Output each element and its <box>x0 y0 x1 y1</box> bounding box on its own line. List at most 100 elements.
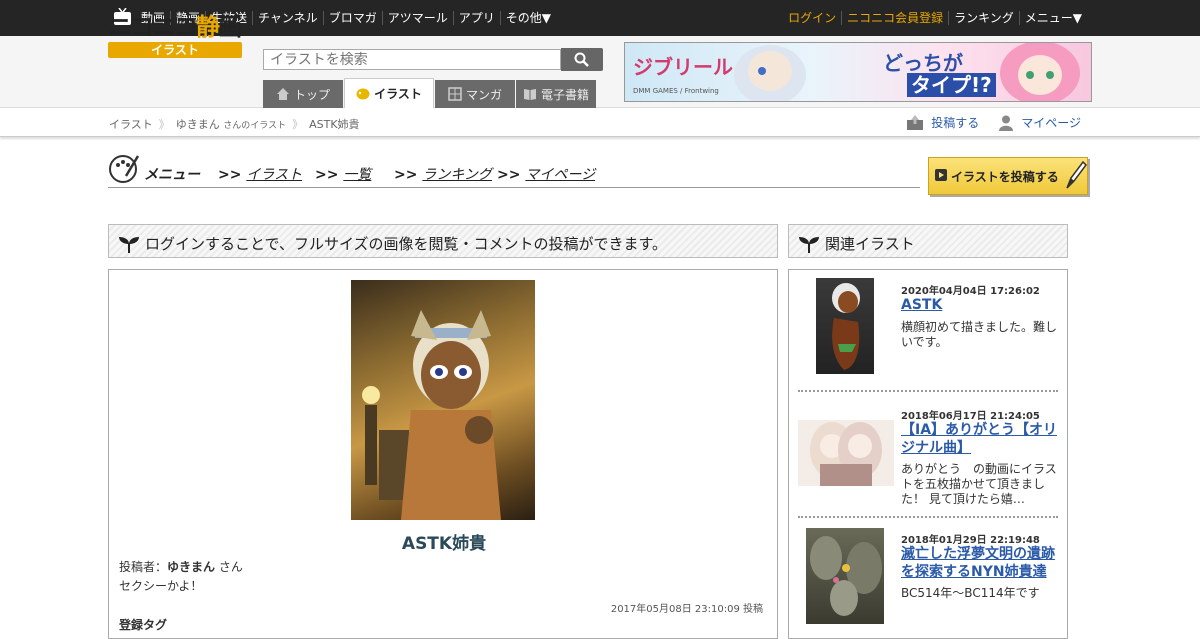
ad-banner[interactable]: ジブリール DMM GAMES / Frontwing どっちが タイプ!? <box>624 42 1092 102</box>
menu-link-illust[interactable]: >> イラスト <box>218 164 302 184</box>
post-illust-button[interactable]: イラストを投稿する <box>928 157 1088 195</box>
home-icon <box>276 88 289 100</box>
tab-ebook[interactable]: 電子書籍 <box>516 80 596 108</box>
seiga-logo[interactable]: ニコニコ静画 イラスト <box>108 12 242 60</box>
breadcrumb-root[interactable]: イラスト <box>109 116 153 132</box>
post-link[interactable]: 投稿する <box>907 114 979 131</box>
sprout-icon <box>799 237 819 253</box>
menu-link-prefix: >> <box>394 167 418 183</box>
menu-link-prefix: >> <box>497 167 521 183</box>
breadcrumb-bar: イラスト 》 ゆきまん さんのイラスト 》 ASTK姉貴 投稿する マイページ <box>0 109 1200 137</box>
tab-illust[interactable]: イラスト <box>344 78 434 108</box>
thumbnail-art <box>810 536 882 616</box>
poster-label: 投稿者： <box>119 560 168 574</box>
breadcrumb-actions: 投稿する マイページ <box>907 114 1081 131</box>
mypage-link-label: マイページ <box>1021 116 1081 130</box>
related-title[interactable]: 滅亡した浮夢文明の遺跡を探索するNYN姉貴達 <box>901 545 1061 581</box>
breadcrumb-separator: 》 <box>158 118 170 131</box>
nav-atsumaru[interactable]: アツマール <box>381 11 453 25</box>
related-description: 横顔初めて描きました。難しいです。 <box>901 320 1058 349</box>
related-illust-panel: 2020年04月04日 17:26:02 ASTK 横顔初めて描きました。難しい… <box>788 269 1068 639</box>
menu-link-prefix: >> <box>218 167 242 183</box>
register-link[interactable]: ニコニコ会員登録 <box>841 11 948 25</box>
divider <box>798 516 1058 518</box>
breadcrumb-current: ASTK姉貴 <box>309 118 360 131</box>
related-thumbnail[interactable] <box>806 528 884 624</box>
menu-title: メニュー <box>144 167 200 183</box>
list-item[interactable]: 2020年04月04日 17:26:02 ASTK 横顔初めて描きました。難しい… <box>798 278 1058 378</box>
sprout-icon <box>119 237 139 253</box>
thumbnail-art <box>810 422 882 486</box>
logo-main-text: ニコニコ <box>108 13 198 41</box>
related-illust-heading: 関連イラスト <box>825 235 915 253</box>
related-thumbnail[interactable] <box>798 420 894 486</box>
illust-detail-panel: ASTK姉貴 投稿者：ゆきまん さん セクシーかよ！ 2017年05月08日 2… <box>108 269 778 639</box>
breadcrumb-separator: 》 <box>292 118 304 131</box>
tags-label: 登録タグ <box>119 618 168 632</box>
tab-top[interactable]: トップ <box>263 80 343 108</box>
menu-link-label: マイページ <box>525 167 596 183</box>
illust-description: セクシーかよ！ <box>119 579 203 593</box>
tab-illust-label: イラスト <box>374 87 422 101</box>
tab-manga-label: マンガ <box>465 87 502 102</box>
logo-end-text: 画 <box>218 13 242 41</box>
post-illust-button-label: イラストを投稿する <box>951 170 1059 184</box>
logo-subtitle: イラスト <box>108 42 242 58</box>
menu-link-ranking[interactable]: >> ランキング <box>394 164 492 184</box>
nav-channel[interactable]: チャンネル <box>252 11 323 25</box>
poster-suffix: さん <box>218 560 243 574</box>
search-button[interactable] <box>561 48 603 71</box>
book-icon <box>523 89 536 100</box>
posted-timestamp: 2017年05月08日 23:10:09 投稿 <box>610 604 763 615</box>
manga-icon <box>448 87 462 101</box>
poster-name[interactable]: ゆきまん <box>167 560 215 574</box>
thumbnail-art <box>832 283 860 370</box>
poster-info: 投稿者：ゆきまん さん <box>119 558 243 575</box>
banner-title: ジブリール <box>633 55 733 79</box>
arrow-right-icon <box>935 169 947 181</box>
upload-icon <box>907 115 924 130</box>
menu-link-label: 一覧 <box>343 167 372 183</box>
logo-accent-text: 静 <box>196 13 220 41</box>
menu-dropdown[interactable]: メニュー▼ <box>1018 11 1087 25</box>
nav-blomaga[interactable]: ブロマガ <box>322 11 382 25</box>
list-item[interactable]: 2018年06月17日 21:24:05 【IA】ありがとう【オリジナル曲】 あ… <box>798 404 1058 508</box>
breadcrumb-user[interactable]: ゆきまん さんのイラスト <box>176 116 286 132</box>
account-nav: ログイン ニコニコ会員登録 ランキング メニュー▼ <box>783 0 1087 36</box>
illust-title: ASTK姉貴 <box>401 534 487 554</box>
ranking-link[interactable]: ランキング <box>948 11 1019 25</box>
breadcrumb-user-suffix: さんのイラスト <box>223 121 287 131</box>
search-input[interactable] <box>263 49 561 70</box>
related-title[interactable]: ASTK <box>901 296 1061 314</box>
login-notice-text: ログインすることで、フルサイズの画像を閲覧・コメントの投稿ができます。 <box>145 235 668 253</box>
menu-link-list[interactable]: >> 一覧 <box>315 164 371 184</box>
pen-icon <box>1066 160 1087 189</box>
banner-catchcopy-1: どっちが <box>883 51 963 75</box>
menu-link-label: ランキング <box>422 167 492 183</box>
illust-image[interactable] <box>351 280 535 520</box>
related-thumbnail[interactable] <box>816 278 874 374</box>
related-date: 2020年04月04日 17:26:02 <box>901 286 1040 297</box>
nav-others-dropdown[interactable]: その他▼ <box>499 11 556 25</box>
related-title[interactable]: 【IA】ありがとう【オリジナル曲】 <box>901 421 1061 457</box>
login-link[interactable]: ログイン <box>783 11 841 25</box>
search-icon <box>574 52 589 67</box>
related-description: ありがとう の動画にイラストを五枚描かせて頂きました！ 見て頂けたら嬉… <box>901 462 1057 506</box>
tab-manga[interactable]: マンガ <box>435 80 515 108</box>
menu-link-prefix: >> <box>315 167 339 183</box>
breadcrumb: イラスト 》 ゆきまん さんのイラスト 》 ASTK姉貴 <box>109 116 360 132</box>
related-date: 2018年01月29日 22:19:48 <box>901 535 1040 546</box>
related-description: BC514年～BC114年です <box>901 586 1040 600</box>
palette-menu-icon <box>109 155 140 183</box>
mypage-link[interactable]: マイページ <box>999 114 1081 131</box>
related-date: 2018年06月17日 21:24:05 <box>901 411 1040 422</box>
user-icon <box>999 115 1014 131</box>
breadcrumb-user-name: ゆきまん <box>175 118 220 131</box>
illust-artwork <box>362 310 501 520</box>
menu-link-label: イラスト <box>246 167 303 183</box>
illust-menu: メニュー >> イラスト >> 一覧 >> ランキング >> マイページ <box>108 152 920 188</box>
menu-link-mypage[interactable]: >> マイページ <box>497 164 595 184</box>
list-item[interactable]: 2018年01月29日 22:19:48 滅亡した浮夢文明の遺跡を探索するNYN… <box>798 528 1058 628</box>
tab-top-label: トップ <box>293 87 330 102</box>
nav-app[interactable]: アプリ <box>452 11 500 25</box>
